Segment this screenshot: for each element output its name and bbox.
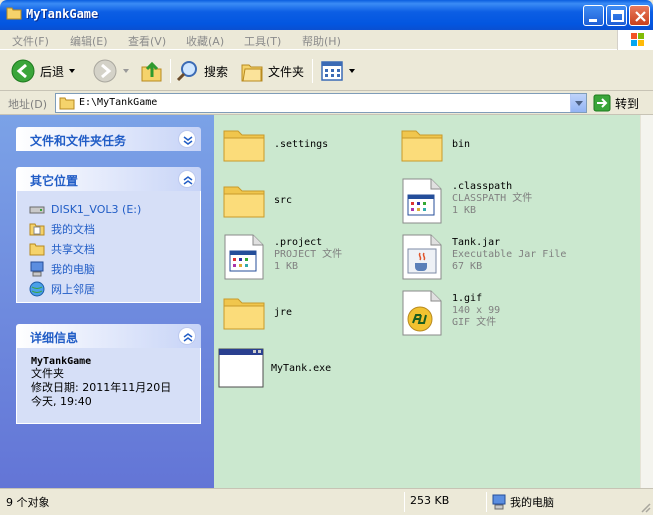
window-title: MyTankGame: [26, 7, 99, 21]
network-icon: [29, 281, 45, 297]
gif-image-icon: [402, 290, 442, 336]
place-network[interactable]: 网上邻居: [29, 279, 200, 299]
menu-tools[interactable]: 工具(T): [244, 33, 281, 49]
menu-view[interactable]: 查看(V): [128, 33, 166, 49]
place-my-documents[interactable]: 我的文档: [29, 219, 200, 239]
maximize-icon: [611, 10, 624, 22]
address-dropdown-button[interactable]: [570, 94, 586, 112]
maximize-button[interactable]: [606, 5, 627, 26]
address-input[interactable]: E:\MyTankGame: [55, 93, 587, 113]
exe-window-icon: [218, 348, 264, 388]
chevron-down-icon: [69, 69, 76, 73]
detail-type: 文件夹: [31, 367, 64, 380]
address-path: E:\MyTankGame: [79, 97, 158, 108]
up-folder-icon: [141, 61, 162, 82]
views-icon: [321, 61, 343, 81]
detail-modified: 修改日期: 2011年11月20日: [31, 381, 172, 394]
drive-icon: [29, 206, 45, 214]
folder-icon: [59, 97, 75, 110]
folders-icon: [241, 64, 263, 82]
my-documents-icon: [29, 223, 45, 236]
forward-button[interactable]: [92, 58, 130, 84]
views-button[interactable]: [320, 58, 356, 84]
document-icon: [402, 178, 442, 224]
search-icon: [176, 61, 197, 82]
file-folder-tasks-panel: 文件和文件夹任务: [16, 127, 201, 151]
menu-bar: 文件(F) 编辑(E) 查看(V) 收藏(A) 工具(T) 帮助(H): [0, 30, 653, 50]
other-places-title: 其它位置: [30, 174, 79, 188]
other-places-header[interactable]: 其它位置: [16, 167, 201, 191]
search-button[interactable]: 搜索: [176, 58, 228, 84]
file-item-gif[interactable]: 1.gif 140 x 99 GIF 文件: [398, 289, 500, 337]
other-places-panel: 其它位置 DISK1_VOL3 (E:) 我的文档 共享文档 我的电脑 网上邻居: [16, 167, 201, 303]
status-count: 9 个对象: [6, 496, 50, 509]
folders-button[interactable]: 文件夹: [240, 58, 304, 84]
chevron-down-icon: [575, 101, 583, 106]
chevron-down-icon: [349, 69, 355, 73]
collapse-icon[interactable]: [178, 327, 196, 345]
status-location: 我的电脑: [492, 494, 554, 510]
folder-icon: [401, 130, 443, 162]
file-item-bin[interactable]: bin: [398, 121, 470, 169]
close-icon: [635, 11, 646, 22]
file-item-project[interactable]: .project PROJECT 文件 1 KB: [220, 233, 342, 281]
back-button[interactable]: 后退: [10, 58, 76, 84]
details-header[interactable]: 详细信息: [16, 324, 201, 348]
computer-icon: [492, 494, 506, 510]
address-bar: 地址(D) E:\MyTankGame 转到: [0, 91, 653, 115]
place-shared-documents[interactable]: 共享文档: [29, 239, 200, 259]
menu-edit[interactable]: 编辑(E): [70, 33, 108, 49]
file-folder-tasks-title: 文件和文件夹任务: [30, 134, 127, 148]
file-folder-tasks-header[interactable]: 文件和文件夹任务: [16, 127, 201, 151]
file-item-settings[interactable]: .settings: [220, 121, 328, 169]
folder-icon: [223, 298, 265, 330]
file-item-classpath[interactable]: .classpath CLASSPATH 文件 1 KB: [398, 177, 532, 225]
detail-time: 今天, 19:40: [31, 395, 92, 408]
folder-icon: [223, 130, 265, 162]
go-arrow-icon: [593, 94, 611, 112]
details-panel: 详细信息 MyTankGame 文件夹 修改日期: 2011年11月20日 今天…: [16, 324, 201, 424]
minimize-button[interactable]: [583, 5, 604, 26]
expand-icon[interactable]: [178, 130, 196, 148]
folders-label: 文件夹: [268, 64, 305, 79]
collapse-icon[interactable]: [178, 170, 196, 188]
menu-file[interactable]: 文件(F): [12, 33, 49, 49]
close-button[interactable]: [629, 5, 650, 26]
go-label: 转到: [615, 96, 640, 111]
java-jar-icon: [402, 234, 442, 280]
address-label: 地址(D): [8, 98, 48, 111]
computer-icon: [30, 261, 44, 277]
title-bar[interactable]: MyTankGame: [0, 0, 653, 30]
document-icon: [224, 234, 264, 280]
menu-help[interactable]: 帮助(H): [302, 33, 341, 49]
shared-folder-icon: [29, 243, 45, 256]
vertical-scrollbar[interactable]: [640, 115, 653, 488]
status-size: 253 KB: [410, 494, 450, 507]
file-item-jre[interactable]: jre: [220, 289, 292, 337]
chevron-down-icon: [123, 69, 129, 73]
up-folder-button[interactable]: [140, 58, 164, 84]
file-item-mytank-exe[interactable]: MyTank.exe: [217, 345, 331, 393]
details-title: 详细信息: [30, 331, 79, 345]
back-label: 后退: [40, 64, 65, 79]
resize-grip-icon[interactable]: [639, 501, 651, 513]
file-item-src[interactable]: src: [220, 177, 292, 225]
place-disk[interactable]: DISK1_VOL3 (E:): [29, 199, 200, 219]
folder-icon: [6, 7, 22, 20]
search-label: 搜索: [204, 64, 229, 79]
back-arrow-icon: [11, 59, 35, 83]
go-button[interactable]: 转到: [593, 94, 639, 112]
status-bar: 9 个对象 253 KB 我的电脑: [0, 488, 653, 515]
detail-name: MyTankGame: [31, 356, 92, 367]
task-pane: 文件和文件夹任务 其它位置 DISK1_VOL3 (E:) 我的文档 共享文档 …: [0, 115, 214, 488]
file-list[interactable]: .settings bin src .classpath CLASSPATH 文…: [214, 115, 640, 488]
toolbar: 后退 搜索 文件夹: [0, 51, 653, 91]
place-my-computer[interactable]: 我的电脑: [29, 259, 200, 279]
minimize-icon: [589, 19, 597, 22]
forward-arrow-icon: [93, 59, 117, 83]
windows-logo-icon: [617, 30, 653, 50]
folder-icon: [223, 186, 265, 218]
file-item-tank-jar[interactable]: Tank.jar Executable Jar File 67 KB: [398, 233, 566, 281]
menu-favorites[interactable]: 收藏(A): [186, 33, 224, 49]
